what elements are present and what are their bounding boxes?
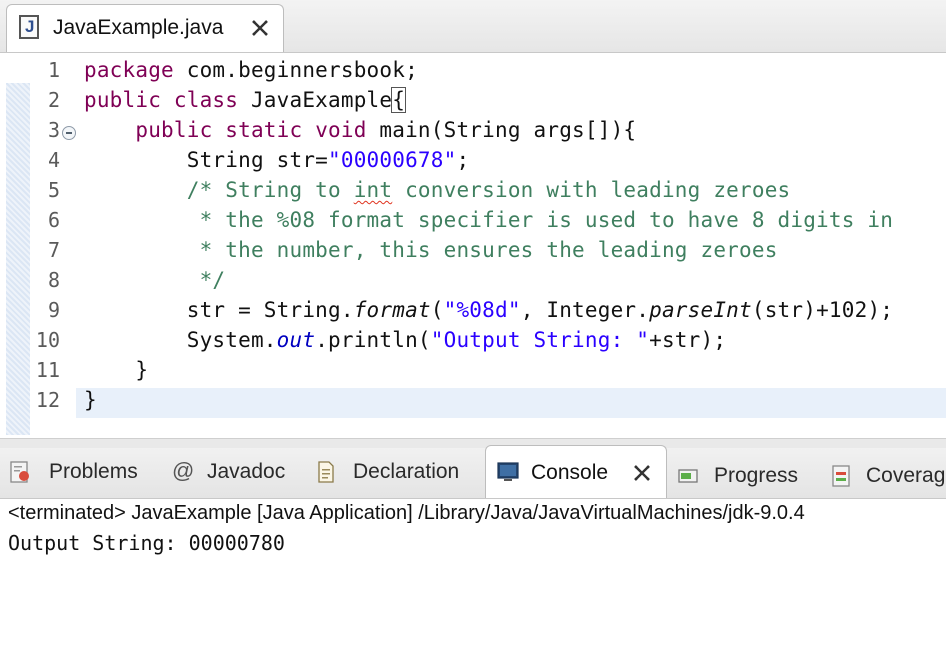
code-fragment: , Integer.: [520, 298, 650, 322]
matching-brace: {: [391, 87, 407, 113]
code-line-1: 1 package com.beginnersbook;: [0, 56, 946, 86]
code-fragment: (: [430, 298, 444, 322]
code-fragment: conversion with leading zeroes: [392, 178, 791, 202]
code-fragment: * the %08 format specifier is used to ha…: [186, 208, 894, 232]
editor-tab-title: JavaExample.java: [53, 16, 224, 39]
code-text: public class JavaExample{: [84, 87, 407, 113]
code-line-6: 6 * the %08 format specifier is used to …: [0, 206, 946, 236]
code-fragment: }: [84, 388, 97, 412]
code-line-5: 5 /* String to int conversion with leadi…: [0, 176, 946, 206]
code-line-9: 9 str = String.format("%08d", Integer.pa…: [0, 296, 946, 326]
keyword: static: [225, 118, 303, 142]
code-fragment: str = String.: [186, 298, 354, 322]
code-fragment: /* String to: [186, 178, 354, 202]
code-line-12: 12 }: [0, 386, 946, 416]
line-number: 12: [35, 388, 60, 412]
code-fragment: }: [135, 358, 149, 382]
keyword: package: [84, 58, 174, 82]
code-fragment: com.beginnersbook;: [173, 58, 418, 82]
code-text: System.out.println("Output String: "+str…: [84, 328, 726, 352]
code-line-3: 3 public static void main(String args[])…: [0, 116, 946, 146]
java-file-icon-letter: J: [25, 17, 35, 36]
spelling-warning: int: [353, 178, 393, 202]
editor-tab-bar: J JavaExample.java: [0, 0, 946, 53]
line-number: 10: [35, 328, 60, 352]
tab-javadoc-label: Javadoc: [207, 460, 286, 483]
code-fragment: +str);: [649, 328, 727, 352]
line-number: 1: [47, 58, 60, 82]
code-fragment: ;: [456, 148, 470, 172]
line-number: 5: [47, 178, 60, 202]
line-number: 11: [35, 358, 60, 382]
code-fragment: */: [186, 268, 226, 292]
line-number: 4: [47, 148, 60, 172]
tab-progress[interactable]: Progress: [672, 448, 822, 498]
code-fragment: * the number, this ensures the leading z…: [186, 238, 778, 262]
declaration-icon: [318, 461, 334, 483]
tab-coverage[interactable]: Coverag: [826, 448, 946, 498]
code-line-2: 2 public class JavaExample{: [0, 86, 946, 116]
tab-javadoc[interactable]: @ Javadoc: [166, 448, 306, 498]
code-fragment: System.: [186, 328, 277, 352]
code-line-11: 11 }: [0, 356, 946, 386]
method-name: format: [353, 298, 431, 322]
progress-icon: [678, 469, 698, 483]
code-fragment: .println(: [315, 328, 431, 352]
tab-problems[interactable]: Problems: [0, 448, 160, 498]
line-number: 9: [47, 298, 60, 322]
console-output[interactable]: Output String: 00000780: [8, 531, 285, 555]
code-text: }: [84, 358, 148, 382]
close-editor-tab-icon[interactable]: [250, 18, 270, 38]
code-fragment: JavaExample: [238, 88, 393, 112]
code-text: package com.beginnersbook;: [84, 58, 418, 82]
tab-console[interactable]: Console: [485, 445, 667, 498]
problems-icon: [10, 461, 29, 483]
code-text: public static void main(String args[]){: [84, 118, 636, 142]
code-text: }: [84, 388, 97, 412]
close-console-tab-icon[interactable]: [632, 463, 652, 483]
code-line-10: 10 System.out.println("Output String: "+…: [0, 326, 946, 356]
line-number: 8: [47, 268, 60, 292]
bottom-panel-tab-bar: Problems @ Javadoc Declaration Console P…: [0, 445, 946, 499]
code-line-7: 7 * the number, this ensures the leading…: [0, 236, 946, 266]
tab-console-label: Console: [531, 461, 609, 484]
keyword: public: [135, 118, 213, 142]
tab-coverage-label: Coverag: [866, 464, 946, 487]
comment-text: * the %08 format specifier is used to ha…: [84, 208, 893, 232]
code-text: String str="00000678";: [84, 148, 469, 172]
code-fragment: main(String args[]){: [366, 118, 637, 142]
console-status-line: <terminated> JavaExample [Java Applicati…: [8, 502, 805, 524]
coverage-icon: [832, 465, 850, 487]
method-name: parseInt: [649, 298, 752, 322]
code-fragment: (str)+102);: [751, 298, 894, 322]
code-text: str = String.format("%08d", Integer.pars…: [84, 298, 893, 322]
string-literal: "%08d": [443, 298, 521, 322]
tab-problems-label: Problems: [49, 460, 138, 483]
string-literal: "00000678": [328, 148, 457, 172]
tab-progress-label: Progress: [714, 464, 799, 487]
keyword: void: [315, 118, 367, 142]
line-number: 7: [47, 238, 60, 262]
code-fragment: String str=: [186, 148, 329, 172]
code-editor[interactable]: 1 package com.beginnersbook; 2 public cl…: [0, 53, 946, 438]
line-number: 2: [47, 88, 60, 112]
comment-text: */: [84, 268, 226, 292]
tab-declaration-label: Declaration: [353, 460, 460, 483]
comment-text: * the number, this ensures the leading z…: [84, 238, 778, 262]
line-number: 3: [47, 118, 60, 142]
collapse-icon[interactable]: [62, 126, 76, 140]
line-number: 6: [47, 208, 60, 232]
keyword: public: [84, 88, 162, 112]
field-name: out: [276, 328, 316, 352]
editor-tab-java-example[interactable]: J JavaExample.java: [6, 4, 284, 52]
java-file-icon: J: [19, 15, 39, 39]
string-literal: "Output String: ": [430, 328, 650, 352]
keyword: class: [173, 88, 239, 112]
console-icon: [497, 462, 519, 481]
javadoc-icon: @: [172, 458, 195, 483]
tab-declaration[interactable]: Declaration: [310, 448, 482, 498]
comment-text: /* String to int conversion with leading…: [84, 178, 790, 202]
code-line-8: 8 */: [0, 266, 946, 296]
code-line-4: 4 String str="00000678";: [0, 146, 946, 176]
